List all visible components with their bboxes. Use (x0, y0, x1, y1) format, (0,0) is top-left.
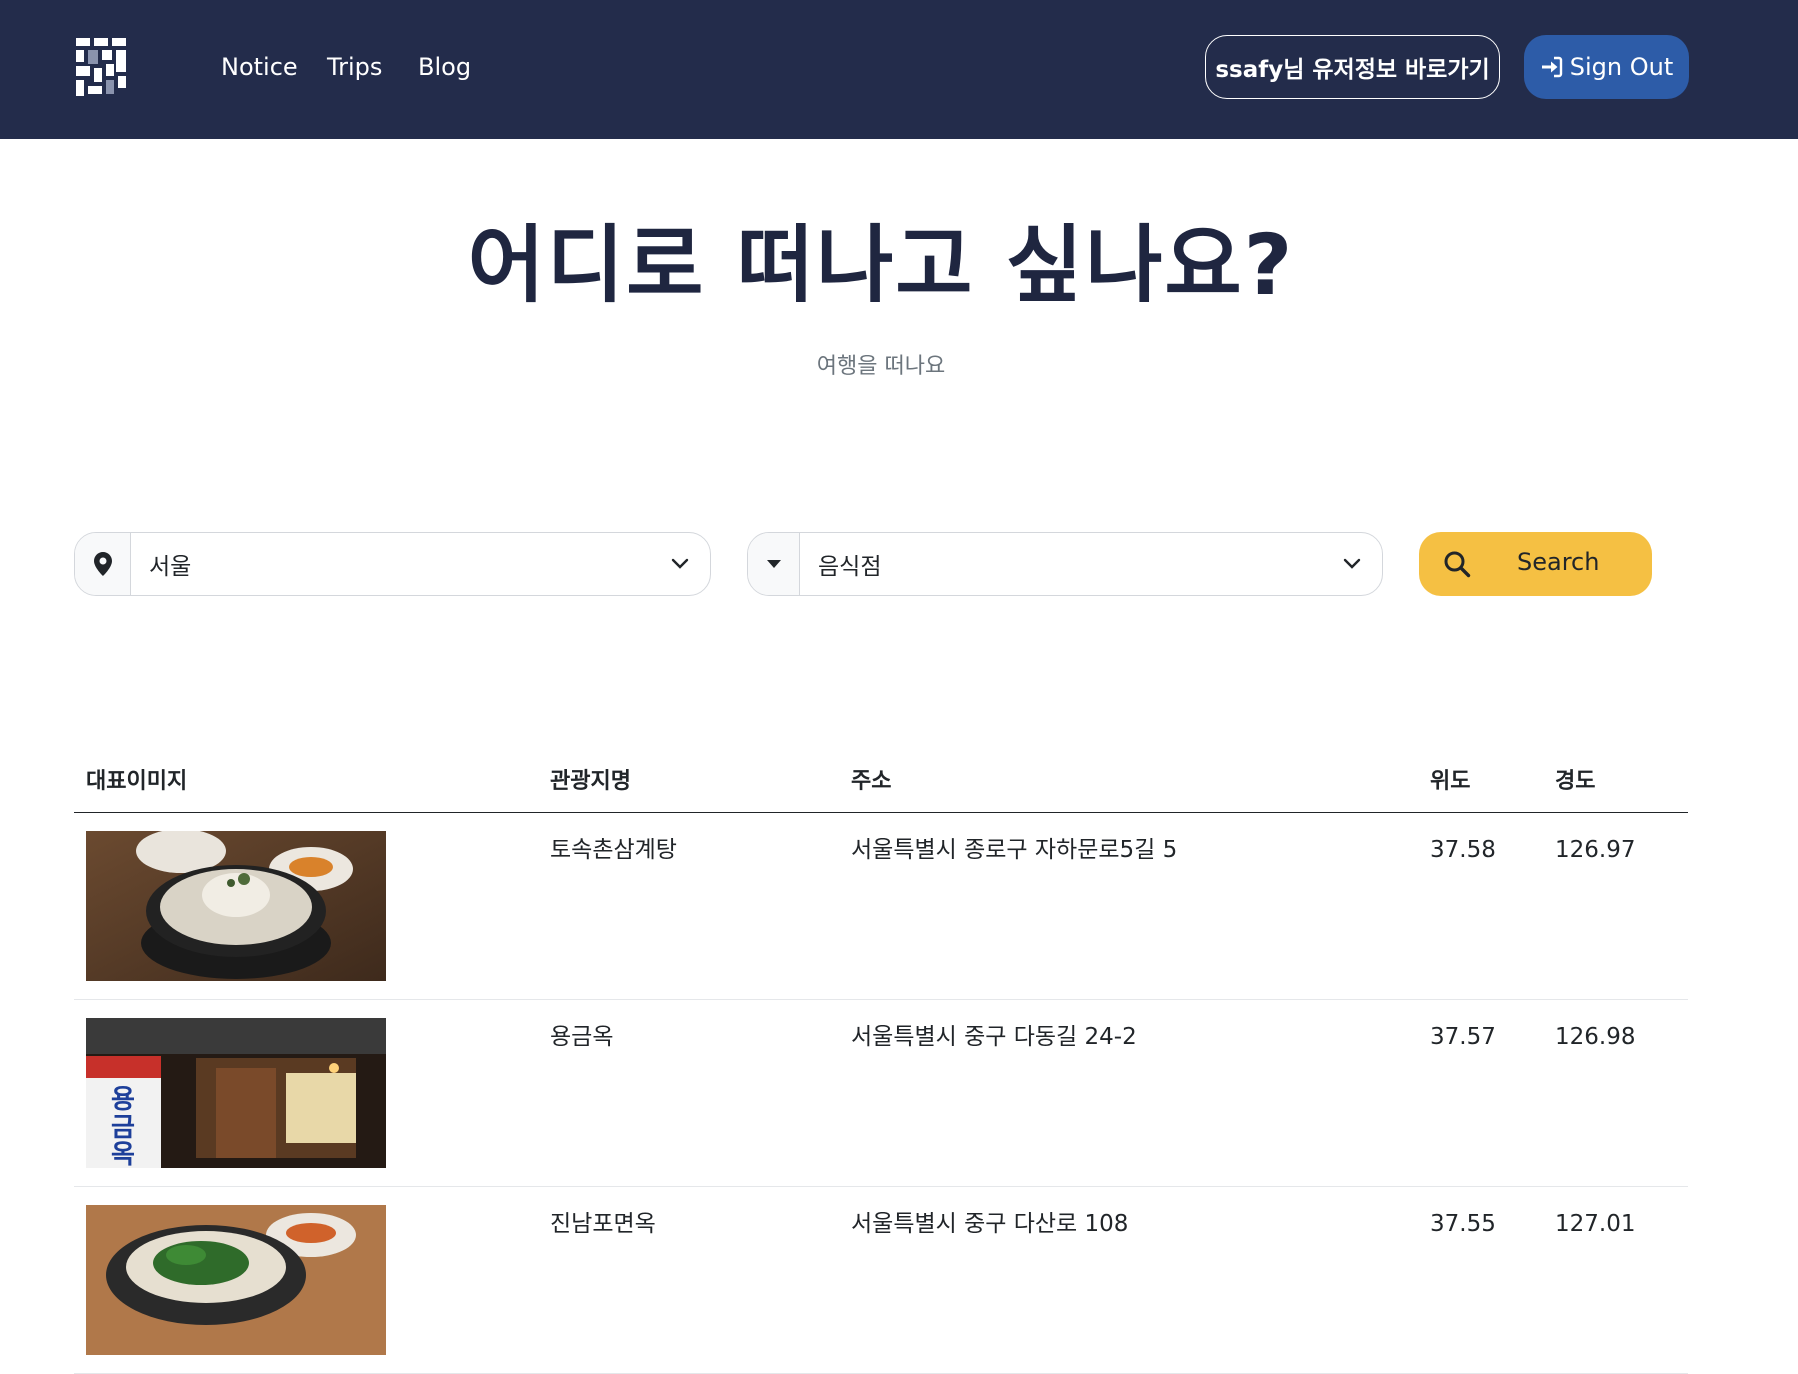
sign-in-arrow-icon (1541, 56, 1562, 78)
sign-out-button[interactable]: Sign Out (1524, 35, 1689, 99)
search-button[interactable]: Search (1419, 532, 1652, 596)
row-lng: 126.98 (1555, 1024, 1636, 1050)
attractions-table: 대표이미지 관광지명 주소 위도 경도 토속촌삼계탕 서울특별시 종로구 자하문… (74, 745, 1688, 1374)
caret-down-icon (766, 560, 781, 568)
row-name: 진남포면옥 (550, 1211, 656, 1237)
header-address: 주소 (851, 769, 892, 794)
row-name: 토속촌삼계탕 (550, 837, 677, 863)
header-lng: 경도 (1555, 769, 1596, 794)
category-select[interactable]: 음식점 (747, 532, 1383, 596)
site-logo[interactable] (76, 38, 126, 96)
nav-blog[interactable]: Blog (418, 50, 471, 84)
naengmyeon-photo (86, 1205, 386, 1355)
nav-notice[interactable]: Notice (221, 50, 298, 84)
page-subtitle: 여행을 떠나요 (816, 354, 946, 379)
yonggeumok-storefront-photo: 용 금 옥 (86, 1018, 386, 1168)
table-row[interactable]: 진남포면옥 서울특별시 중구 다산로 108 37.55 127.01 (74, 1187, 1688, 1374)
chevron-down-icon (1343, 558, 1361, 569)
row-address: 서울특별시 종로구 자하문로5길 5 (851, 837, 1178, 863)
header-lat: 위도 (1430, 769, 1471, 794)
table-row[interactable]: 용 금 옥 용금옥 서울특별시 중구 다동길 24-2 37.57 126.98 (74, 1000, 1688, 1187)
row-lat: 37.57 (1430, 1024, 1496, 1050)
row-lng: 127.01 (1555, 1211, 1636, 1237)
page-title: 어디로 떠나고 싶나요? (467, 216, 1295, 314)
profile-button[interactable]: ssafy님 유저정보 바로가기 (1205, 35, 1500, 99)
row-lat: 37.58 (1430, 837, 1496, 863)
svg-text:용: 용 (111, 1085, 135, 1115)
row-name: 용금옥 (550, 1024, 614, 1050)
region-chevron (650, 558, 710, 570)
category-select-value: 음식점 (818, 554, 882, 580)
svg-text:옥: 옥 (111, 1140, 135, 1168)
navbar: Notice Trips Blog ssafy님 유저정보 바로가기 Sign … (0, 0, 1798, 139)
location-pin-icon (93, 552, 112, 576)
table-header: 대표이미지 관광지명 주소 위도 경도 (74, 745, 1688, 813)
region-select-prefix (75, 533, 131, 595)
row-lng: 126.97 (1555, 837, 1636, 863)
header-name: 관광지명 (550, 769, 631, 794)
row-address: 서울특별시 중구 다산로 108 (851, 1211, 1129, 1237)
region-select[interactable]: 서울 (74, 532, 711, 596)
nav-trips[interactable]: Trips (327, 50, 382, 84)
profile-button-label: ssafy님 유저정보 바로가기 (1215, 57, 1490, 83)
search-icon (1444, 551, 1471, 578)
svg-text:금: 금 (111, 1113, 135, 1143)
category-chevron (1322, 558, 1382, 570)
row-lat: 37.55 (1430, 1211, 1496, 1237)
region-select-value: 서울 (149, 554, 192, 580)
table-row[interactable]: 토속촌삼계탕 서울특별시 종로구 자하문로5길 5 37.58 126.97 (74, 813, 1688, 1000)
row-address: 서울특별시 중구 다동길 24-2 (851, 1024, 1137, 1050)
category-select-prefix (748, 533, 800, 595)
header-image: 대표이미지 (86, 769, 188, 794)
sign-out-label: Sign Out (1569, 53, 1674, 81)
chevron-down-icon (671, 558, 689, 569)
search-button-label: Search (1517, 548, 1600, 576)
samgyetang-photo (86, 831, 386, 981)
